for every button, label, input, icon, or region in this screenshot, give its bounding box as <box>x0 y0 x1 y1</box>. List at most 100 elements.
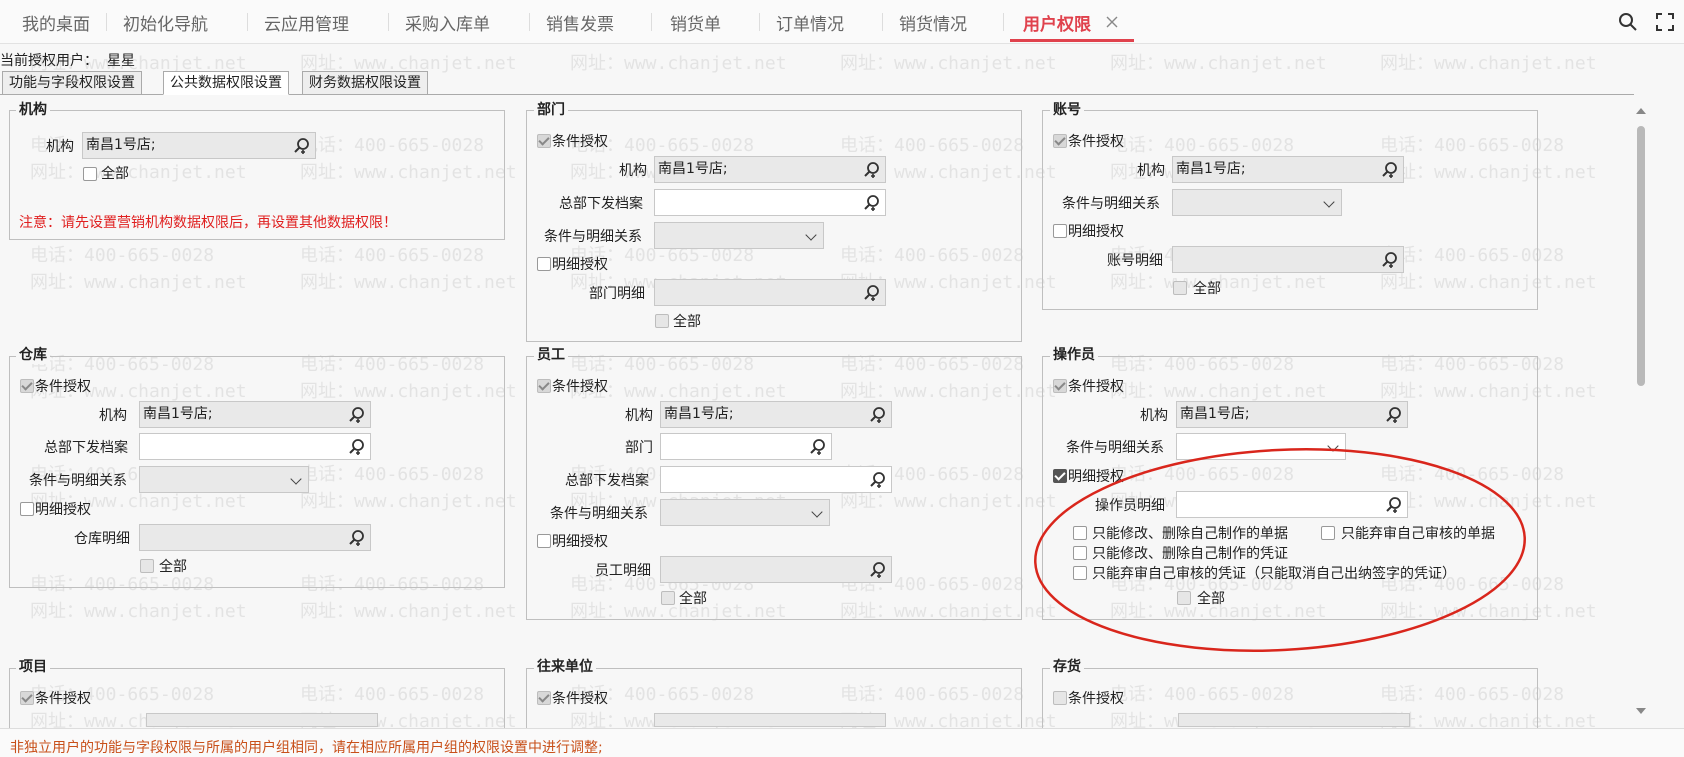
org-field[interactable]: 南昌1号店; <box>139 401 371 428</box>
tab-cloud-app[interactable]: 云应用管理 <box>264 10 349 35</box>
watermark-web: 网址：www.chanjet.net <box>570 53 787 74</box>
cond-auth-label: 条件授权 <box>1068 691 1124 707</box>
cond-auth-checkbox[interactable] <box>537 379 551 393</box>
hq-file-field[interactable] <box>654 189 886 216</box>
all-checkbox[interactable] <box>661 591 675 605</box>
employee-detail-field[interactable] <box>660 556 892 583</box>
all-label: 全部 <box>1193 281 1221 297</box>
cond-rel-label: 条件与明细关系 <box>550 506 648 522</box>
watermark-web: 网址：www.chanjet.net <box>300 272 517 293</box>
org-field[interactable]: 南昌1号店; <box>82 132 316 159</box>
lookup-magnifier-icon[interactable] <box>1381 251 1399 269</box>
lookup-magnifier-icon[interactable] <box>293 137 311 155</box>
scroll-down-icon[interactable] <box>1636 708 1646 714</box>
org-field-partial[interactable] <box>1178 713 1410 727</box>
lookup-magnifier-icon[interactable] <box>348 438 366 456</box>
cond-auth-label: 条件授权 <box>552 691 608 707</box>
account-detail-field[interactable] <box>1172 246 1404 273</box>
cond-rel-select[interactable] <box>1172 189 1342 216</box>
watermark-web: 网址：www.chanjet.net <box>1110 53 1327 74</box>
cond-auth-checkbox[interactable] <box>20 691 34 705</box>
tab-sales-invoice[interactable]: 销售发票 <box>546 10 614 35</box>
section-partner-title: 往来单位 <box>534 658 596 676</box>
vertical-scrollbar[interactable] <box>1634 106 1648 716</box>
org-field-partial[interactable] <box>654 713 886 727</box>
cond-auth-checkbox[interactable] <box>537 134 551 148</box>
lookup-magnifier-icon[interactable] <box>869 471 887 489</box>
cond-auth-checkbox[interactable] <box>537 691 551 705</box>
org-field-partial[interactable] <box>146 713 378 727</box>
subtab-finance-data[interactable]: 财务数据权限设置 <box>302 71 428 95</box>
cond-rel-select[interactable] <box>660 499 830 526</box>
lookup-magnifier-icon[interactable] <box>1381 161 1399 179</box>
chevron-down-icon <box>811 506 823 518</box>
dept-label: 部门 <box>625 440 653 456</box>
lookup-magnifier-icon[interactable] <box>869 561 887 579</box>
detail-auth-checkbox[interactable] <box>537 257 551 271</box>
all-checkbox[interactable] <box>1173 281 1187 295</box>
tab-sales-order[interactable]: 销货单 <box>670 10 721 35</box>
detail-auth-checkbox[interactable] <box>20 502 34 516</box>
watermark-web: 网址：www.chanjet.net <box>840 53 1057 74</box>
warehouse-detail-label: 仓库明细 <box>74 531 130 547</box>
tab-user-permission[interactable]: 用户权限 <box>1023 10 1091 35</box>
fullscreen-icon[interactable] <box>1655 12 1675 32</box>
hq-file-label: 总部下发档案 <box>559 196 643 212</box>
lookup-magnifier-icon[interactable] <box>863 194 881 212</box>
highlight-ellipse <box>1034 448 1526 652</box>
cond-auth-label: 条件授权 <box>35 691 91 707</box>
lookup-magnifier-icon[interactable] <box>1385 406 1403 424</box>
tab-order-status[interactable]: 订单情况 <box>776 10 844 35</box>
cond-auth-checkbox[interactable] <box>1053 379 1067 393</box>
all-label: 全部 <box>159 559 187 575</box>
current-user-name: 星星 <box>107 53 135 69</box>
tab-init-nav[interactable]: 初始化导航 <box>123 10 208 35</box>
detail-auth-checkbox[interactable] <box>537 534 551 548</box>
cond-rel-label: 条件与明细关系 <box>1062 196 1160 212</box>
dept-detail-field[interactable] <box>654 279 886 306</box>
org-label: 机构 <box>99 408 127 424</box>
close-icon[interactable] <box>1106 16 1118 28</box>
hq-file-field[interactable] <box>139 433 371 460</box>
all-label: 全部 <box>679 591 707 607</box>
org-field[interactable]: 南昌1号店; <box>660 401 892 428</box>
watermark-web: 网址：www.chanjet.net <box>1380 53 1597 74</box>
detail-auth-checkbox[interactable] <box>1053 224 1067 238</box>
lookup-magnifier-icon[interactable] <box>348 529 366 547</box>
hq-file-field[interactable] <box>660 466 892 493</box>
lookup-magnifier-icon[interactable] <box>809 438 827 456</box>
lookup-magnifier-icon[interactable] <box>863 284 881 302</box>
section-inventory-title: 存货 <box>1050 658 1084 676</box>
cond-rel-select[interactable] <box>654 222 824 249</box>
cond-rel-select[interactable] <box>139 466 309 493</box>
cond-auth-checkbox[interactable] <box>20 379 34 393</box>
section-warehouse-title: 仓库 <box>16 346 50 364</box>
section-institution-title: 机构 <box>16 101 50 119</box>
org-field[interactable]: 南昌1号店; <box>1172 156 1404 183</box>
org-label: 机构 <box>1140 408 1168 424</box>
all-checkbox[interactable] <box>655 314 669 328</box>
org-field[interactable]: 南昌1号店; <box>654 156 886 183</box>
subtab-public-data[interactable]: 公共数据权限设置 <box>163 71 289 95</box>
lookup-magnifier-icon[interactable] <box>863 161 881 179</box>
scroll-thumb[interactable] <box>1637 126 1645 386</box>
org-label: 机构 <box>46 139 74 155</box>
tab-my-desktop[interactable]: 我的桌面 <box>22 10 90 35</box>
all-checkbox[interactable] <box>140 559 154 573</box>
lookup-magnifier-icon[interactable] <box>869 406 887 424</box>
search-icon[interactable] <box>1618 12 1638 32</box>
dept-detail-label: 部门明细 <box>589 286 645 302</box>
org-field[interactable]: 南昌1号店; <box>1176 401 1408 428</box>
account-detail-label: 账号明细 <box>1107 253 1163 269</box>
dept-field[interactable] <box>660 433 832 460</box>
cond-auth-checkbox[interactable] <box>1053 134 1067 148</box>
lookup-magnifier-icon[interactable] <box>348 406 366 424</box>
tab-purchase-in[interactable]: 采购入库单 <box>405 10 490 35</box>
subtab-function-field[interactable]: 功能与字段权限设置 <box>2 71 142 95</box>
all-checkbox[interactable] <box>83 167 97 181</box>
cond-auth-checkbox[interactable] <box>1053 691 1067 705</box>
tab-sales-status[interactable]: 销货情况 <box>899 10 967 35</box>
warehouse-detail-field[interactable] <box>139 524 371 551</box>
scroll-up-icon[interactable] <box>1636 108 1646 114</box>
cond-rel-label: 条件与明细关系 <box>29 473 127 489</box>
